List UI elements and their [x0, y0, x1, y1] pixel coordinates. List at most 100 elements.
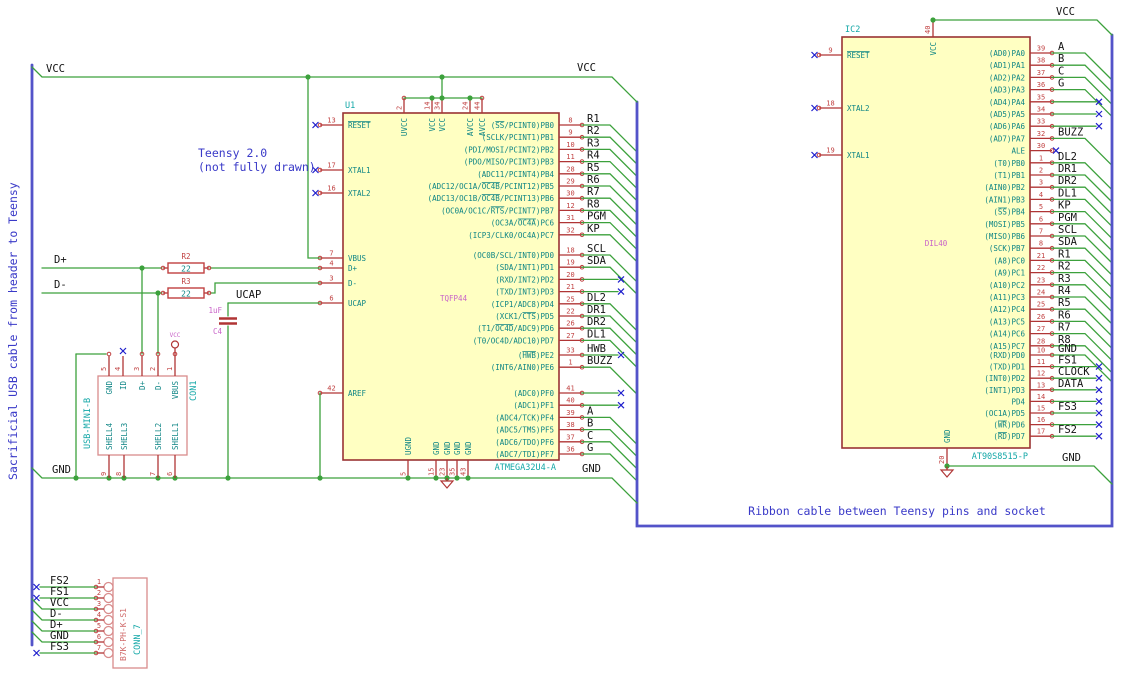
- pin-num: 36: [566, 446, 574, 454]
- pin-name: (AD2)PA2: [989, 73, 1025, 82]
- net-label: B: [1058, 53, 1064, 65]
- pin-num: 8: [1039, 240, 1043, 248]
- pin-name: (ADC13/OC1B/OC4B/PCINT13)PB6: [428, 194, 555, 203]
- pin-num: 34: [1037, 106, 1045, 114]
- pin-name: RESET: [348, 121, 371, 130]
- pin-name: ALE: [1011, 147, 1025, 156]
- net-label: R6: [1058, 309, 1071, 321]
- pin-endpoint: [106, 351, 112, 357]
- pin-name: GND: [943, 429, 952, 443]
- pin-name: RESET: [847, 51, 870, 60]
- pin-name: AREF: [348, 389, 367, 398]
- net-label: GND: [1058, 343, 1077, 355]
- net-label: SDA: [587, 255, 607, 267]
- net-label: KP: [1058, 200, 1071, 212]
- net-label: PGM: [1058, 212, 1077, 224]
- net-label: CLOCK: [1058, 366, 1090, 378]
- pin-num: 36: [1037, 81, 1045, 89]
- pin-name: (XCK1/CTS)PD5: [495, 312, 554, 321]
- pin-name: UGND: [404, 436, 413, 455]
- pin-name: (AD1)PA1: [989, 61, 1025, 70]
- note-teensy-line2: (not fully drawn): [198, 160, 316, 174]
- pin-num: 17: [1037, 428, 1045, 436]
- pin-num: 24: [462, 102, 470, 110]
- pin-name: (T0)PB0: [993, 159, 1025, 168]
- conn7-reference: CONN_7: [133, 624, 143, 655]
- r3-reference: R3: [181, 277, 190, 286]
- pin-num: 2: [1039, 167, 1043, 175]
- net-label: DATA: [1058, 378, 1084, 390]
- pin-name: (A8)PC0: [993, 256, 1025, 265]
- pin-num: 6: [97, 633, 101, 641]
- net-label-vcc-left: VCC: [46, 63, 65, 75]
- pin-num: 31: [566, 214, 574, 222]
- pin-num: 33: [1037, 118, 1045, 126]
- junction-dot: [155, 290, 161, 296]
- pin-num: 1: [97, 578, 101, 586]
- pin-name: (ADC0)PF0: [513, 389, 554, 398]
- pin-num: 18: [826, 100, 834, 108]
- pin-name: (T1/OC4D/ADC9)PD6: [477, 324, 554, 333]
- pin-name: (SDA/INT1)PD1: [495, 263, 554, 272]
- net-label: R4: [587, 150, 600, 162]
- pin-num: 28: [1037, 337, 1045, 345]
- pin-num: 7: [1039, 228, 1043, 236]
- pin-num: 26: [1037, 313, 1045, 321]
- pin-num: 20: [566, 271, 574, 279]
- wire: [1051, 88, 1113, 118]
- pin-num: 2: [97, 589, 101, 597]
- pin-num: 8: [115, 472, 123, 476]
- pin-num: 11: [566, 153, 574, 161]
- pin-num: 5: [400, 472, 408, 476]
- net-label: FS3: [50, 641, 69, 653]
- net-label: SCL: [1058, 224, 1077, 236]
- pin-name: (ICP3/CLK0/OC4A)PC7: [468, 231, 554, 240]
- net-label-gnd-u1: GND: [582, 463, 601, 475]
- net-label: R3: [587, 137, 600, 149]
- net-label: R2: [1058, 261, 1071, 273]
- pin-num: 23: [1037, 276, 1045, 284]
- pin-num: 40: [566, 397, 574, 405]
- junction-dot: [439, 95, 445, 101]
- pin-name: ID: [119, 381, 128, 391]
- pin-num: 2: [396, 106, 404, 110]
- pin-num: 14: [1037, 393, 1045, 401]
- pin-num: 10: [566, 141, 574, 149]
- pin-name: (A14)PC6: [989, 330, 1026, 339]
- pin-num: 27: [1037, 325, 1045, 333]
- pin-num: 15: [1037, 405, 1045, 413]
- net-label: DL2: [1058, 151, 1077, 163]
- net-label: DR1: [587, 304, 606, 316]
- note-ribbon-cable: Ribbon cable between Teensy pins and soc…: [748, 504, 1046, 518]
- pin-num: 32: [566, 226, 574, 234]
- pin-name: (A9)PC1: [993, 269, 1025, 278]
- pin-name: (INT6/AIN0)PE6: [491, 363, 555, 372]
- net-label: DR1: [1058, 163, 1077, 175]
- conn7-part-name: B7K-PH-K-S1: [119, 608, 128, 661]
- pin-name: (AD3)PA3: [989, 86, 1025, 95]
- pin-name: D+: [348, 264, 358, 273]
- pin-num: 3: [1039, 179, 1043, 187]
- net-label: KP: [587, 223, 600, 235]
- pin-num: 38: [566, 421, 574, 429]
- note-sacrificial-usb: Sacrificial USB cable from header to Tee…: [6, 182, 20, 480]
- pin-num: 4: [1039, 191, 1043, 199]
- pin-num: 9: [568, 129, 572, 137]
- junction-dot: [73, 475, 79, 481]
- pin-name: AVCC: [466, 118, 475, 136]
- pin-name: D-: [154, 381, 163, 390]
- pin-name: (PDI/MOSI/PCINT2)PB2: [464, 145, 554, 154]
- c4-value: 1uF: [208, 306, 222, 315]
- pin-num: 35: [449, 468, 457, 476]
- pin-name: GND: [432, 441, 441, 455]
- net-label-dplus-left: D+: [54, 254, 67, 266]
- pin-name: (RXD)PD0: [989, 351, 1026, 360]
- pin-num: 21: [566, 283, 574, 291]
- pin-num: 41: [566, 385, 574, 393]
- pin-num: 19: [826, 147, 834, 155]
- dminus-net: [209, 282, 321, 294]
- pin-name: (AD5)PA5: [989, 110, 1025, 119]
- pin-name: XTAL1: [847, 151, 870, 160]
- pin-num: 2: [149, 367, 157, 371]
- pin-num: 43: [460, 468, 468, 476]
